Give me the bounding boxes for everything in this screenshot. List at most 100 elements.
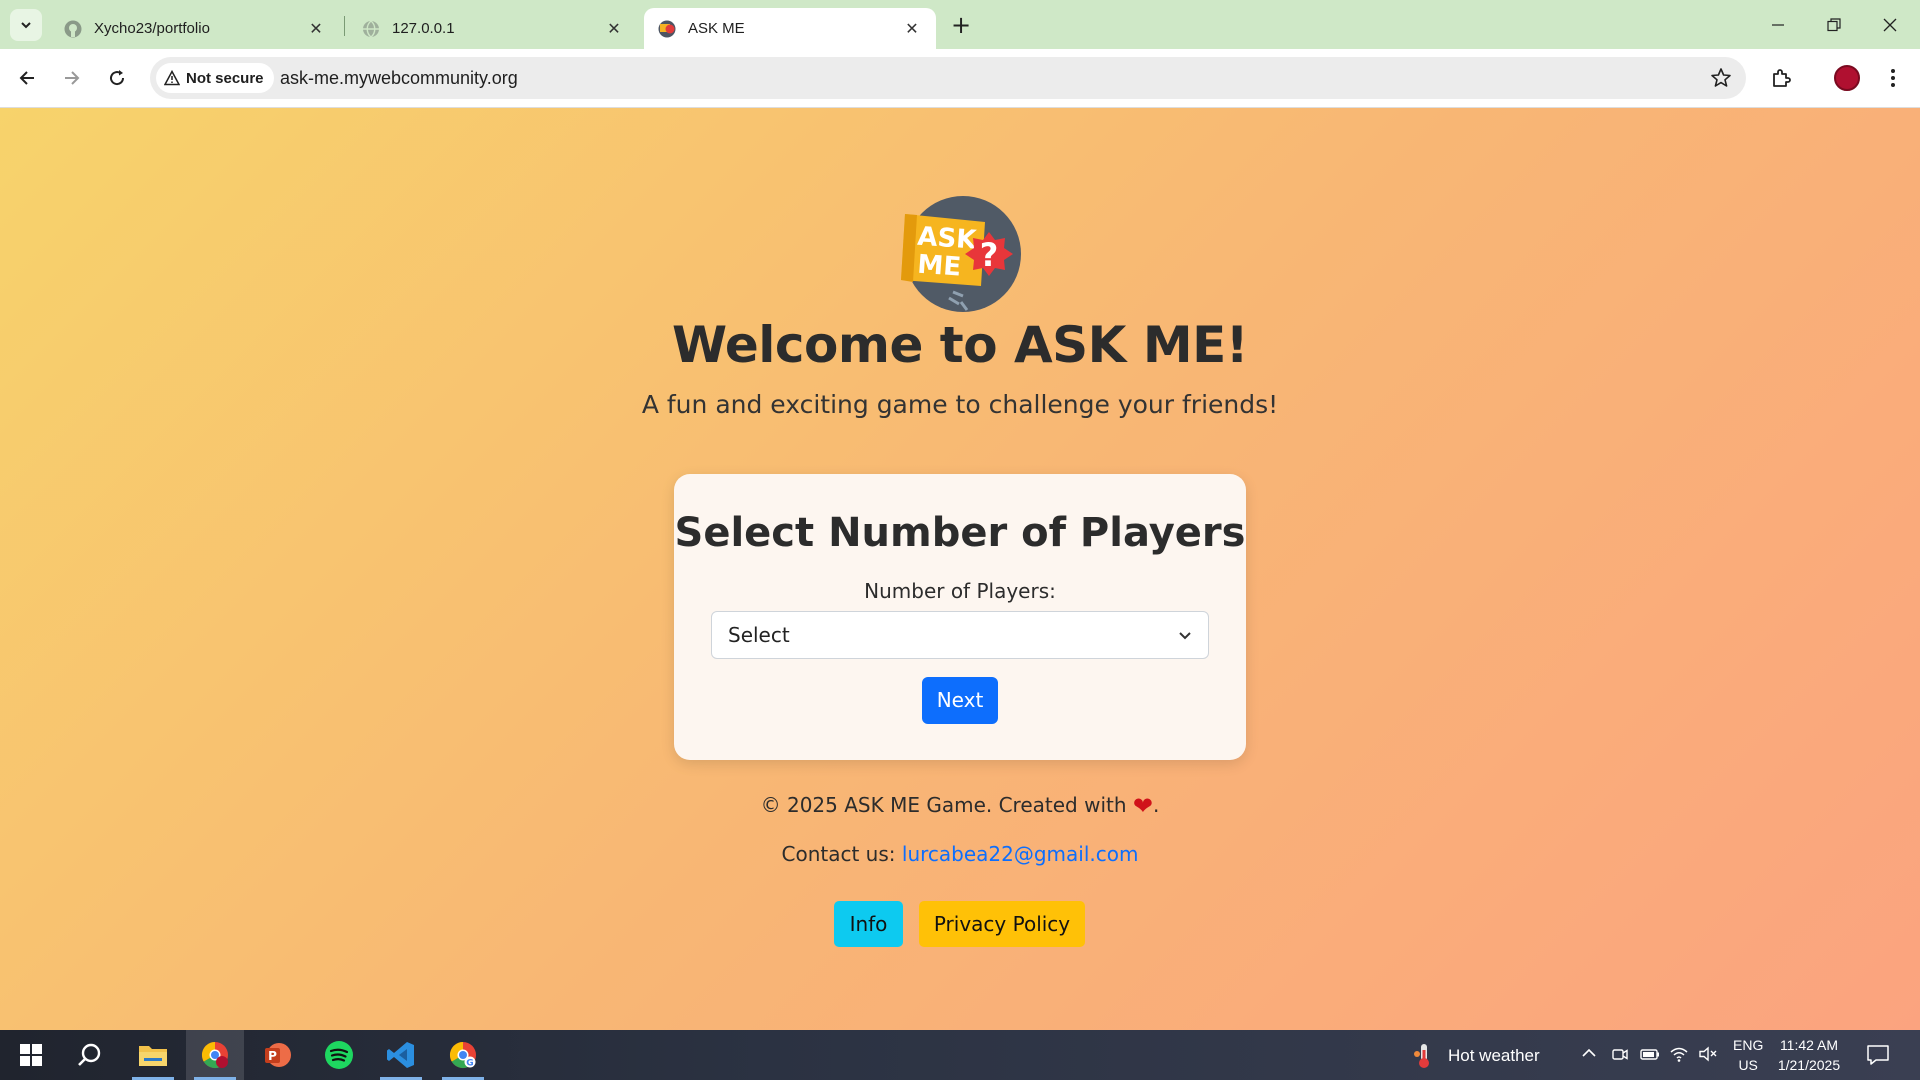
powerpoint-icon: P bbox=[265, 1043, 291, 1067]
notification-icon bbox=[1867, 1045, 1889, 1065]
copyright-text: © 2025 ASK ME Game. Created with ❤. bbox=[0, 792, 1920, 820]
tab-portfolio[interactable]: Xycho23/portfolio ✕ bbox=[50, 8, 340, 49]
reload-button[interactable] bbox=[100, 61, 134, 95]
copyright-prefix: © 2025 ASK ME Game. Created with bbox=[760, 793, 1127, 817]
clock[interactable]: 11:42 AM 1/21/2025 bbox=[1774, 1035, 1844, 1075]
new-tab-button[interactable]: + bbox=[948, 12, 974, 38]
windows-icon bbox=[20, 1044, 42, 1066]
meet-now-icon[interactable] bbox=[1611, 1045, 1629, 1067]
tab-divider bbox=[344, 16, 345, 36]
close-icon bbox=[1883, 18, 1897, 32]
start-button[interactable] bbox=[2, 1030, 60, 1080]
copyright-suffix: . bbox=[1153, 793, 1160, 817]
info-button[interactable]: Info bbox=[834, 901, 903, 947]
avatar bbox=[1834, 65, 1860, 91]
tab-title: ASK ME bbox=[688, 20, 745, 37]
taskbar-spotify[interactable] bbox=[310, 1030, 368, 1080]
contact-prefix: Contact us: bbox=[781, 842, 896, 866]
clock-date: 1/21/2025 bbox=[1777, 1057, 1841, 1073]
chevron-up-icon bbox=[1582, 1048, 1596, 1057]
heart-icon: ❤ bbox=[1132, 792, 1154, 820]
taskbar-vscode[interactable] bbox=[372, 1030, 430, 1080]
battery-icon[interactable] bbox=[1640, 1045, 1660, 1067]
security-chip[interactable]: Not secure bbox=[156, 63, 274, 93]
address-bar[interactable]: Not secure ask-me.mywebcommunity.org bbox=[150, 57, 1746, 99]
chrome-icon: G bbox=[449, 1041, 476, 1069]
security-label: Not secure bbox=[186, 69, 264, 87]
folder-icon bbox=[139, 1046, 167, 1066]
weather-widget[interactable]: Hot weather bbox=[1412, 1042, 1540, 1070]
player-select-card: Select Number of Players Number of Playe… bbox=[674, 474, 1246, 760]
minimize-button[interactable] bbox=[1763, 10, 1793, 40]
warning-icon bbox=[164, 70, 180, 86]
close-window-button[interactable] bbox=[1875, 10, 1905, 40]
logo-text: ME bbox=[916, 250, 962, 283]
card-title: Select Number of Players bbox=[674, 510, 1246, 556]
search-icon bbox=[78, 1043, 101, 1066]
close-tab-icon[interactable]: ✕ bbox=[306, 19, 326, 39]
wifi-icon[interactable] bbox=[1669, 1045, 1689, 1067]
ask-me-logo: ASK ME ? bbox=[897, 194, 1023, 318]
reload-icon bbox=[110, 70, 125, 86]
ask-me-favicon bbox=[658, 20, 676, 38]
arrow-right-icon bbox=[65, 71, 80, 85]
privacy-policy-button[interactable]: Privacy Policy bbox=[919, 901, 1085, 947]
taskbar-powerpoint[interactable]: P bbox=[248, 1030, 306, 1080]
taskbar-chrome-secondary[interactable]: G bbox=[434, 1030, 492, 1080]
puzzle-icon bbox=[1773, 69, 1791, 87]
more-vertical-icon bbox=[1891, 69, 1895, 87]
svg-text:?: ? bbox=[980, 236, 999, 274]
next-button[interactable]: Next bbox=[922, 677, 998, 724]
svg-text:G: G bbox=[466, 1059, 473, 1069]
weather-text: Hot weather bbox=[1448, 1046, 1540, 1065]
clock-time: 11:42 AM bbox=[1779, 1037, 1839, 1053]
chrome-icon bbox=[201, 1041, 228, 1069]
tab-ask-me[interactable]: ASK ME ✕ bbox=[644, 8, 936, 49]
language-indicator[interactable]: ENG US bbox=[1733, 1035, 1763, 1075]
url-text[interactable]: ask-me.mywebcommunity.org bbox=[280, 68, 518, 89]
speaker-muted-icon[interactable] bbox=[1698, 1045, 1718, 1067]
browser-menu-button[interactable] bbox=[1876, 61, 1910, 95]
browser-toolbar: Not secure ask-me.mywebcommunity.org bbox=[0, 49, 1920, 108]
page-content: ASK ME ? Welcome to ASK ME! A fun and ex… bbox=[0, 108, 1920, 1030]
taskbar-file-explorer[interactable] bbox=[124, 1030, 182, 1080]
page-title: Welcome to ASK ME! bbox=[671, 316, 1249, 374]
players-label: Number of Players: bbox=[864, 579, 1056, 603]
tab-localhost[interactable]: 127.0.0.1 ✕ bbox=[348, 8, 638, 49]
close-tab-icon[interactable]: ✕ bbox=[902, 19, 922, 39]
restore-icon bbox=[1827, 18, 1841, 32]
tab-search-button[interactable] bbox=[10, 9, 42, 41]
close-tab-icon[interactable]: ✕ bbox=[604, 19, 624, 39]
vscode-icon bbox=[387, 1042, 414, 1068]
restore-button[interactable] bbox=[1819, 10, 1849, 40]
page-subtitle: A fun and exciting game to challenge you… bbox=[641, 390, 1279, 419]
forward-button[interactable] bbox=[55, 61, 89, 95]
spotify-icon bbox=[325, 1041, 353, 1069]
arrow-left-icon bbox=[19, 71, 34, 85]
players-select[interactable]: Select bbox=[711, 611, 1209, 659]
taskbar: P G Hot weather ENG US 11:42 AM 1/21/202… bbox=[0, 1030, 1920, 1080]
back-button[interactable] bbox=[10, 61, 44, 95]
search-button[interactable] bbox=[60, 1030, 118, 1080]
players-select-value: Select bbox=[728, 623, 790, 647]
thermometer-icon bbox=[1414, 1044, 1429, 1068]
chevron-down-icon bbox=[21, 22, 31, 29]
extensions-button[interactable] bbox=[1764, 61, 1798, 95]
bookmark-star-icon[interactable] bbox=[1710, 67, 1732, 93]
svg-text:P: P bbox=[268, 1049, 277, 1063]
github-icon bbox=[64, 20, 82, 38]
taskbar-chrome[interactable] bbox=[186, 1030, 244, 1080]
contact-email-link[interactable]: lurcabea22@gmail.com bbox=[902, 842, 1139, 866]
chevron-down-icon bbox=[1176, 626, 1194, 648]
tab-title: 127.0.0.1 bbox=[392, 20, 455, 37]
language-code: ENG bbox=[1733, 1037, 1764, 1053]
profile-button[interactable] bbox=[1830, 61, 1864, 95]
minimize-icon bbox=[1772, 24, 1784, 26]
notifications-button[interactable] bbox=[1866, 1044, 1890, 1070]
tab-title: Xycho23/portfolio bbox=[94, 20, 210, 37]
show-hidden-icons-button[interactable] bbox=[1581, 1045, 1597, 1065]
region-code: US bbox=[1738, 1057, 1758, 1073]
contact-text: Contact us: lurcabea22@gmail.com bbox=[0, 842, 1920, 866]
browser-tab-strip: Xycho23/portfolio ✕ 127.0.0.1 ✕ ASK ME ✕… bbox=[0, 0, 1920, 49]
globe-icon bbox=[362, 19, 380, 38]
